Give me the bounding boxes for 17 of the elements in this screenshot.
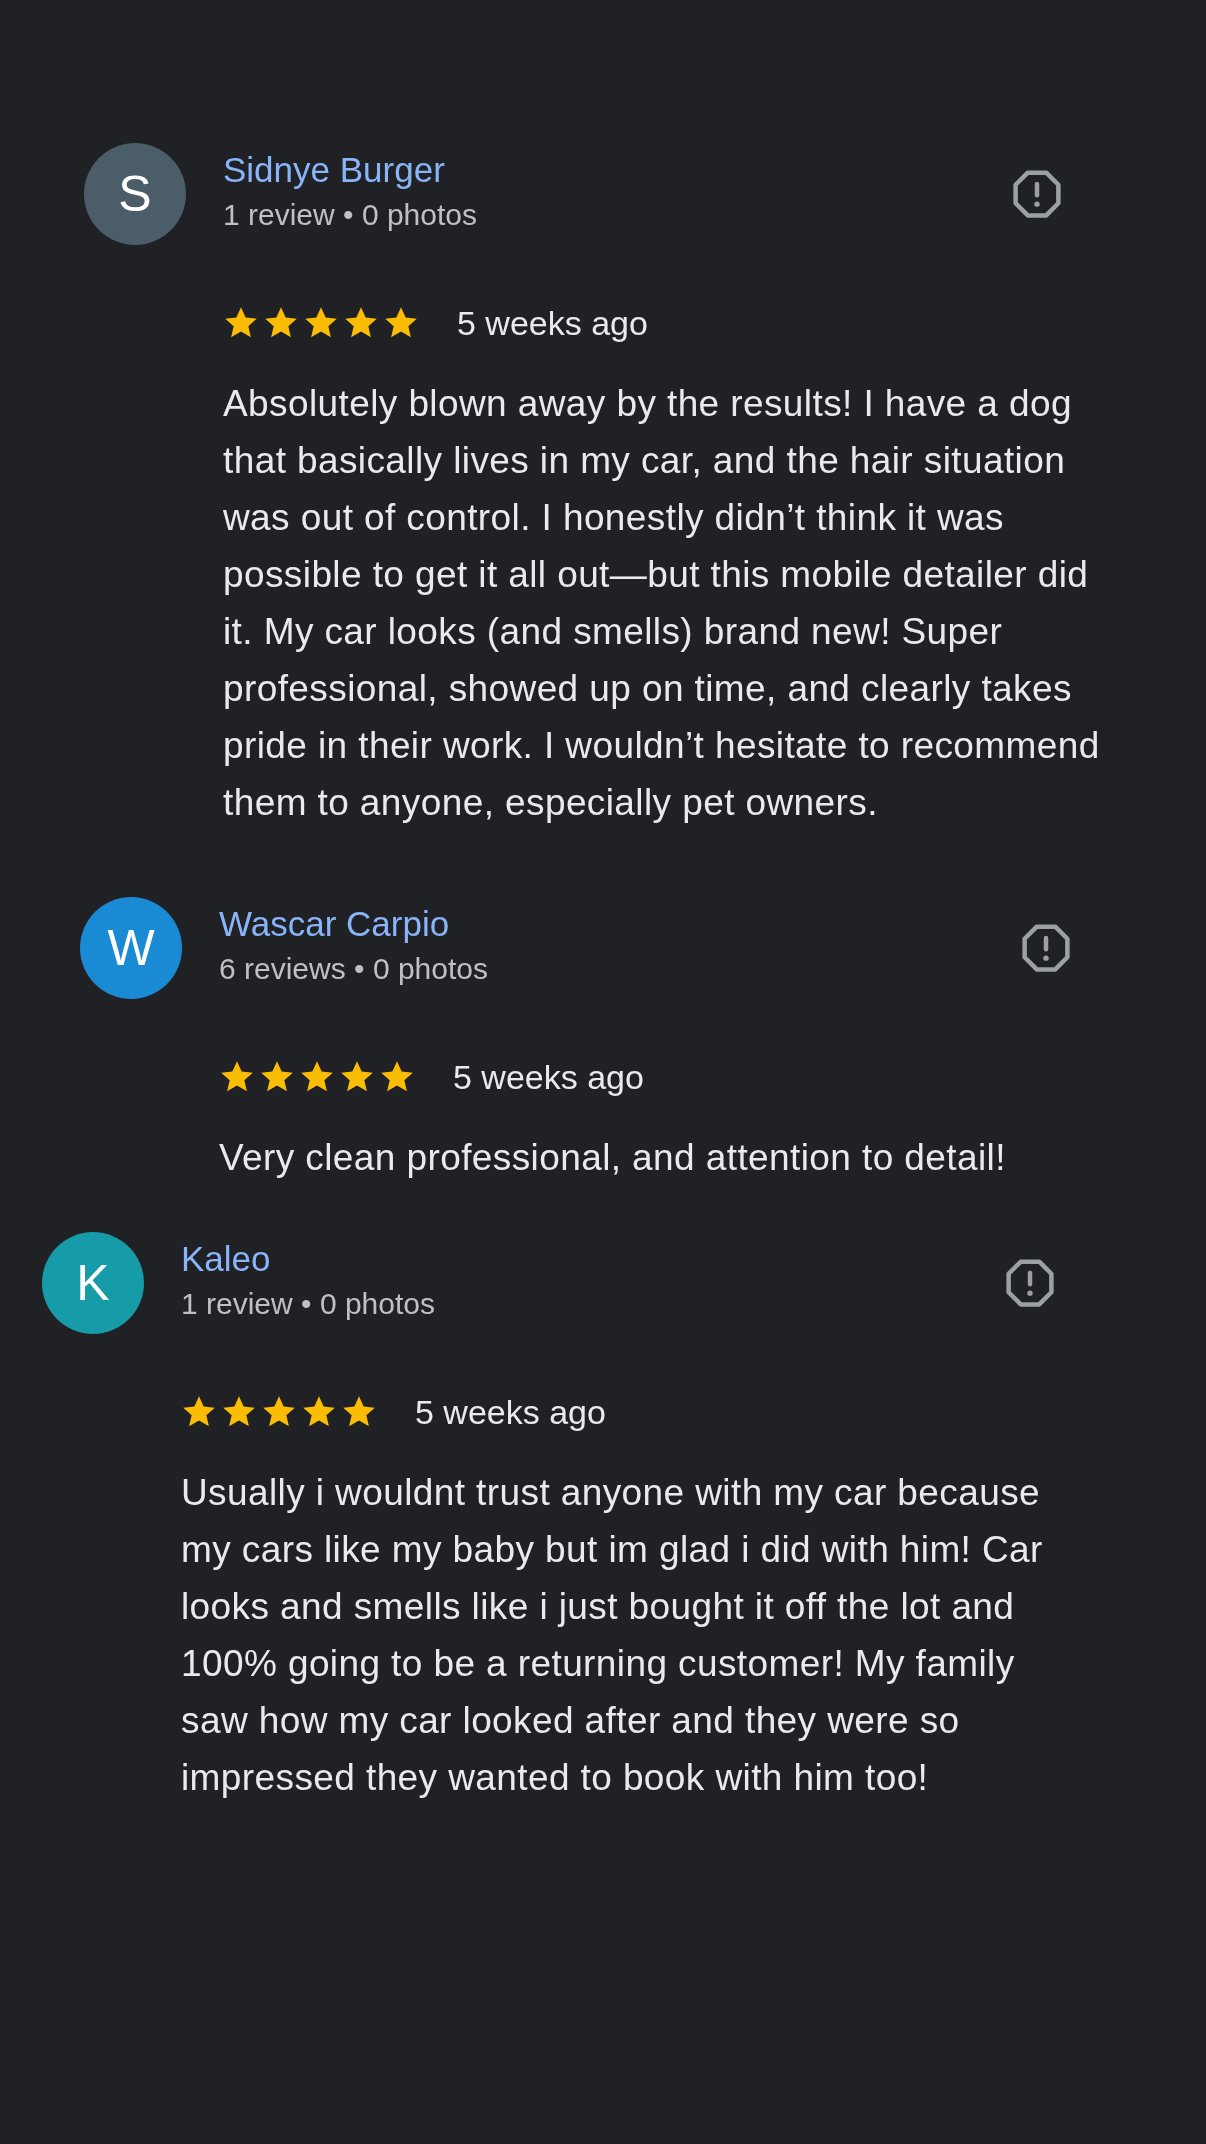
review-text: Absolutely blown away by the results! I have a dog that basically lives in my car, and the hair situation was out of control. I honestly didn’t think it was possible to get it all out—but this mobile detailer did it. My car looks (and smells) brand new! Super professional, showed up on time, and clearly takes pride in their work. I wouldn’t hesitate to recommend them to anyone, especially pet owners. — [223, 382, 1101, 825]
reviewer-name[interactable]: Kaleo — [181, 1237, 966, 1281]
review-date: 5 weeks ago — [453, 1057, 644, 1097]
review-date: 5 weeks ago — [457, 303, 648, 343]
reviewer-stats: 1 review • 0 photos — [181, 1286, 436, 1322]
reviewer-name[interactable]: Wascar Carpio — [219, 902, 982, 946]
avatar[interactable]: S — [84, 143, 186, 245]
report-icon[interactable] — [1019, 921, 1073, 975]
reviewer-stats: 6 reviews • 0 photos — [219, 951, 489, 987]
report-icon[interactable] — [1010, 167, 1064, 221]
review-text: Usually i wouldnt trust anyone with my car because my cars like my baby but im glad i did with him! Car looks and smells like i just bought it off the lot and 100% going to be a returning customer! My family saw how my car looked after and they were so impressed they wanted to book with him too! — [181, 1471, 1044, 1800]
report-icon[interactable] — [1003, 1256, 1057, 1310]
review-text: Very clean professional, and attention to detail! — [219, 1136, 1007, 1180]
avatar[interactable]: W — [80, 897, 182, 999]
reviewer-name[interactable]: Sidnye Burger — [223, 148, 973, 192]
review-date: 5 weeks ago — [415, 1392, 606, 1432]
reviewer-stats: 1 review • 0 photos — [223, 197, 478, 233]
